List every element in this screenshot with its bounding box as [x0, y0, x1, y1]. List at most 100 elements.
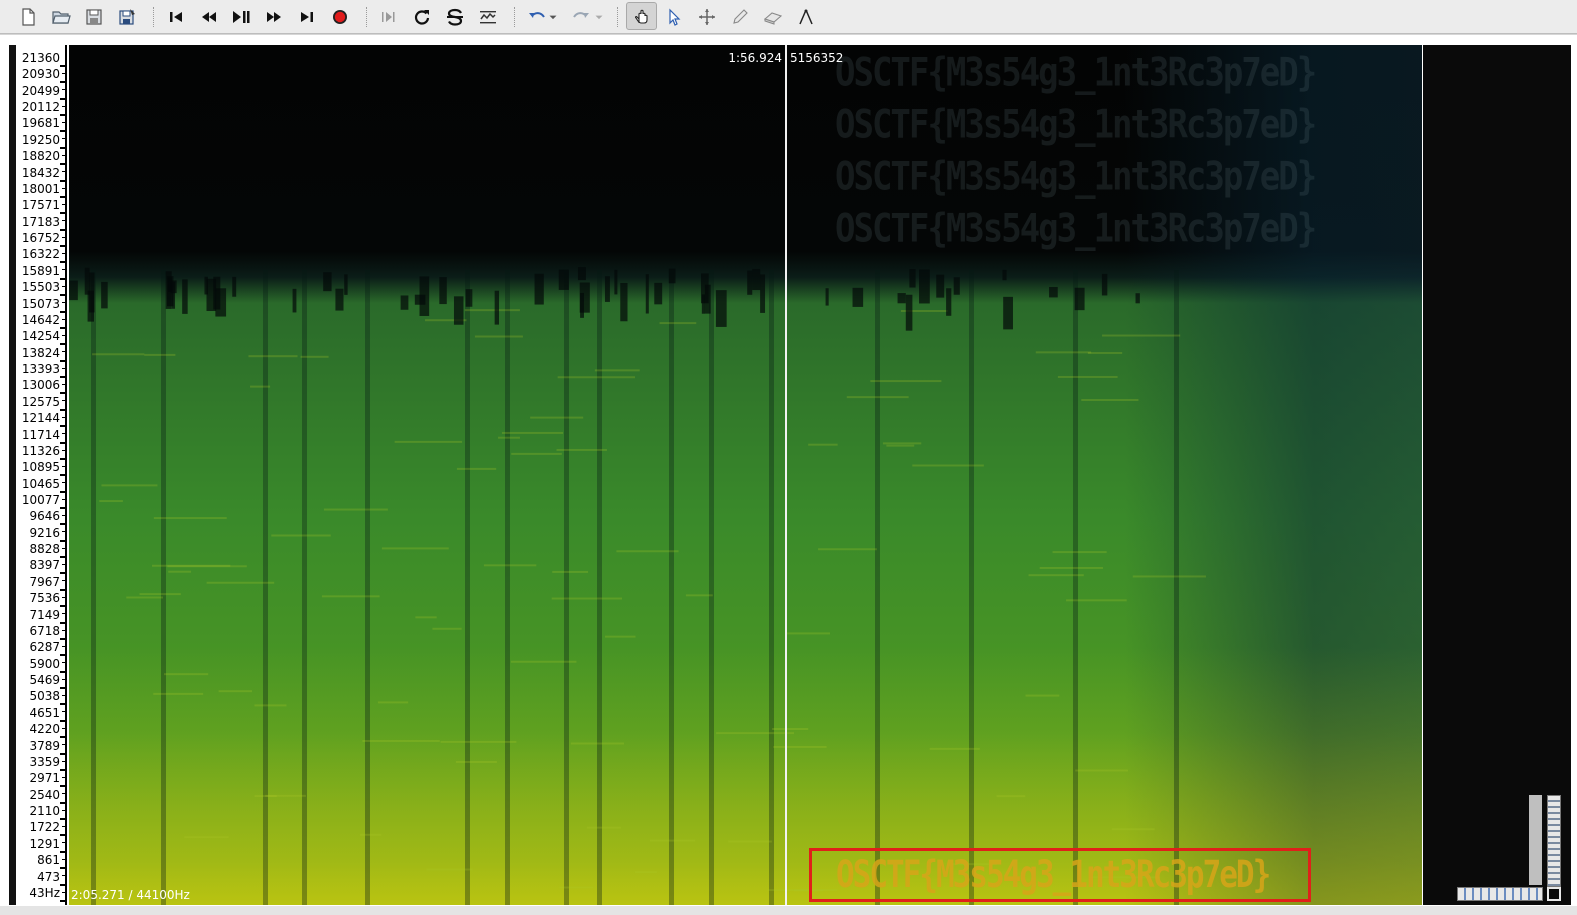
- new-file-icon[interactable]: [15, 4, 41, 30]
- frequency-tick: [60, 245, 65, 248]
- frequency-tick: [60, 621, 65, 624]
- status-bar: [0, 906, 1577, 915]
- frequency-tick: [60, 883, 65, 886]
- frequency-minor-tick: [62, 269, 65, 271]
- frequency-tick-label: 7149: [29, 607, 60, 622]
- open-folder-icon[interactable]: [48, 4, 74, 30]
- play-selection-icon[interactable]: [376, 4, 402, 30]
- record-icon[interactable]: [327, 4, 353, 30]
- frequency-tick: [60, 408, 65, 411]
- frequency-minor-tick: [62, 514, 65, 516]
- vertical-zoom-slider[interactable]: [1529, 795, 1542, 885]
- frequency-tick-label: 21360: [21, 51, 60, 65]
- playback-cursor[interactable]: [785, 45, 787, 905]
- spectrogram-pane: 21360 20930 20499 20112 19681 19250 18820 18432…: [0, 35, 1577, 915]
- save-icon[interactable]: [81, 4, 107, 30]
- harmonic-streak: [556, 448, 607, 451]
- undo-history-chevron-icon[interactable]: [546, 4, 560, 30]
- frequency-tick: [60, 490, 65, 493]
- scroll-icon[interactable]: [475, 4, 501, 30]
- frequency-minor-tick: [62, 73, 65, 74]
- rewind-icon[interactable]: [196, 4, 222, 30]
- hidden-message-text: OSCTF{M3s54g3_1nt3Rc3p7eD}: [835, 50, 1317, 96]
- skip-to-end-icon[interactable]: [294, 4, 320, 30]
- frequency-minor-tick: [62, 318, 65, 320]
- redo-icon[interactable]: [568, 4, 594, 30]
- skip-to-start-icon[interactable]: [163, 4, 189, 30]
- zoom-reset-button[interactable]: [1547, 887, 1561, 901]
- move-icon[interactable]: [694, 4, 720, 30]
- erase-icon[interactable]: [760, 4, 786, 30]
- noise-spike: [182, 279, 188, 314]
- redo-history-chevron-icon[interactable]: [592, 4, 606, 30]
- noise-spike: [897, 293, 906, 304]
- harmonic-streak: [250, 385, 271, 388]
- note-onset-band: [161, 270, 166, 905]
- noise-spike: [909, 269, 916, 288]
- fast-forward-icon[interactable]: [261, 4, 287, 30]
- play-pause-icon[interactable]: [228, 4, 254, 30]
- frequency-tick: [60, 588, 65, 591]
- vertical-zoom-thumbwheel[interactable]: [1547, 795, 1561, 887]
- harmonic-streak: [1081, 398, 1139, 401]
- frequency-tick-label: 2110: [29, 804, 60, 819]
- frequency-tick: [60, 867, 65, 870]
- noise-spike: [323, 272, 332, 292]
- harmonic-streak: [168, 570, 192, 573]
- frequency-tick: [60, 457, 65, 460]
- harmonic-streak: [551, 597, 623, 600]
- frequency-tick: [60, 146, 65, 149]
- measure-icon[interactable]: [793, 4, 819, 30]
- noise-spike: [614, 269, 618, 295]
- frequency-tick: [60, 81, 65, 84]
- harmonic-streak: [415, 616, 437, 619]
- frequency-tick: [60, 572, 65, 575]
- harmonic-streak: [501, 431, 564, 434]
- frequency-tick-label: 12575: [21, 394, 60, 409]
- select-arrow-icon[interactable]: [661, 4, 687, 30]
- noise-spike: [704, 284, 711, 314]
- harmonic-streak: [570, 742, 625, 745]
- frequency-minor-tick: [62, 678, 65, 680]
- frequency-tick-label: 20930: [21, 67, 60, 82]
- note-onset-band: [1073, 270, 1078, 905]
- frequency-tick-label: 15891: [21, 263, 60, 278]
- draw-pencil-icon[interactable]: [727, 4, 753, 30]
- harmonic-streak: [649, 839, 696, 842]
- frequency-tick-label: 6287: [29, 640, 60, 655]
- frequency-tick-label: 6718: [29, 623, 60, 638]
- frequency-minor-tick: [62, 334, 65, 336]
- harmonic-streak: [381, 547, 449, 550]
- frequency-tick-label: 5469: [29, 673, 60, 688]
- harmonic-streak: [1052, 551, 1107, 554]
- solo-icon[interactable]: [442, 4, 468, 30]
- frequency-minor-tick: [62, 253, 65, 255]
- toolbar: [0, 0, 1577, 34]
- harmonic-streak: [483, 564, 537, 567]
- frequency-minor-tick: [62, 449, 65, 451]
- noise-spike: [668, 268, 676, 284]
- harmonic-streak: [929, 747, 980, 750]
- frequency-tick: [60, 392, 65, 395]
- save-as-icon[interactable]: [114, 4, 140, 30]
- frequency-minor-tick: [62, 891, 65, 893]
- horizontal-zoom-thumbwheel[interactable]: [1457, 887, 1543, 901]
- frequency-minor-tick: [62, 842, 65, 844]
- note-onset-band: [505, 270, 510, 905]
- harmonic-streak: [846, 396, 909, 399]
- frequency-tick-label: 15073: [21, 296, 60, 311]
- frequency-tick-label: 16322: [21, 247, 60, 262]
- noise-spike: [1074, 287, 1085, 311]
- side-panel: [1423, 45, 1571, 905]
- frequency-minor-tick: [62, 154, 65, 156]
- frequency-tick: [60, 719, 65, 722]
- frequency-minor-tick: [62, 695, 65, 697]
- harmonic-streak: [464, 309, 520, 312]
- toolbar-separator: [153, 7, 155, 27]
- navigate-hand-icon[interactable]: [626, 2, 657, 30]
- loop-icon[interactable]: [409, 4, 435, 30]
- noise-spike: [204, 276, 208, 295]
- harmonic-streak: [126, 596, 164, 599]
- frequency-tick: [60, 163, 65, 166]
- spectrogram-view[interactable]: OSCTF{M3s54g3_1nt3Rc3p7eD} OSCTF{M3s54g3…: [69, 45, 1422, 905]
